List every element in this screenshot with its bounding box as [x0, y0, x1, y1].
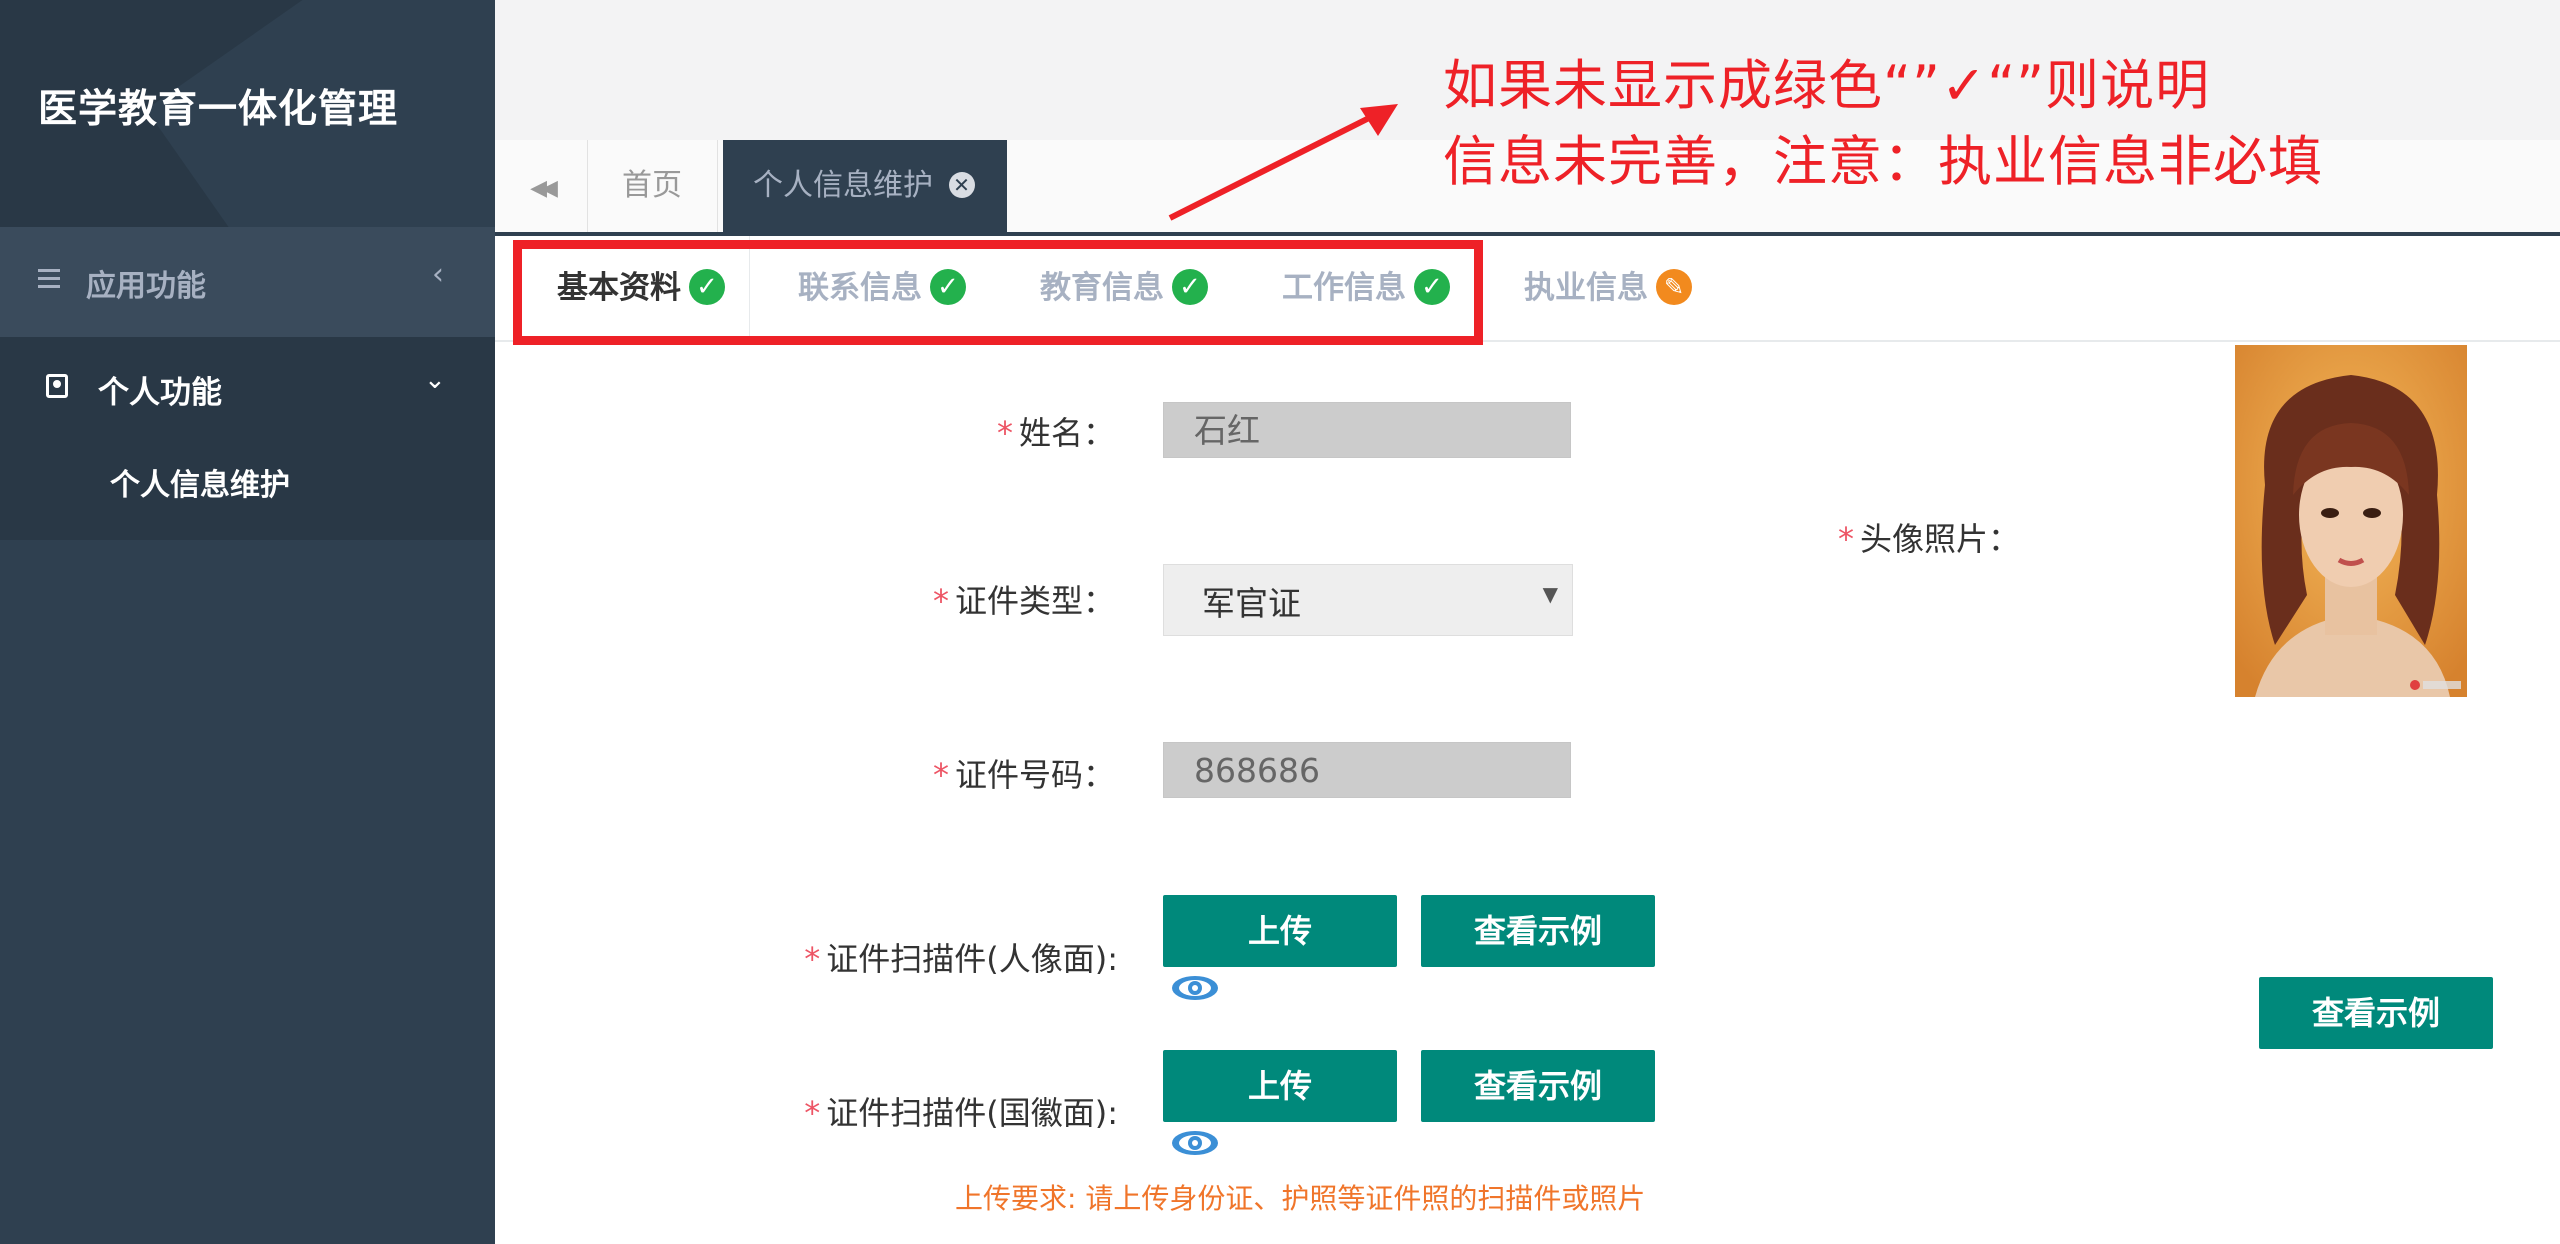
- tab-home[interactable]: 首页: [587, 140, 718, 232]
- tab-scroll-left-button[interactable]: ◀◀: [495, 140, 588, 232]
- caret-down-icon: ▼: [1542, 582, 1558, 606]
- scan-front-label: * 证件扫描件(人像面):: [804, 940, 1118, 978]
- user-card-icon: [46, 374, 68, 398]
- app-title: 医学教育一体化管理: [38, 87, 399, 132]
- view-example-back-button[interactable]: 查看示例: [1421, 1050, 1655, 1122]
- avatar-label: * 头像照片：: [1837, 520, 2020, 558]
- chevron-down-icon: ⌄: [424, 365, 446, 395]
- annotation-line-1: 如果未显示成绿色“”✓“”则说明: [1443, 54, 2211, 117]
- id-number-field[interactable]: 868686: [1163, 742, 1571, 798]
- tutorial-annotation: 如果未显示成绿色“”✓“”则说明 信息未完善，注意：执业信息非必填: [1443, 48, 2323, 200]
- sidebar-item-personal-info[interactable]: 个人信息维护: [110, 460, 290, 504]
- upload-back-button[interactable]: 上传: [1163, 1050, 1397, 1122]
- id-number-label: * 证件号码：: [932, 756, 1115, 794]
- sidebar-item-personal-functions[interactable]: 个人功能: [98, 367, 222, 412]
- edit-icon: ✎: [1656, 268, 1692, 305]
- eye-icon[interactable]: [1170, 973, 1220, 1003]
- view-example-front-button[interactable]: 查看示例: [1421, 895, 1655, 967]
- annotation-line-2: 信息未完善，注意：执业信息非必填: [1443, 130, 2323, 193]
- brand-header: 医学教育一体化管理: [0, 0, 495, 227]
- id-type-label: * 证件类型：: [932, 582, 1115, 620]
- id-type-value: 军官证: [1202, 584, 1301, 623]
- sidebar-item-label: 应用功能: [86, 269, 206, 304]
- upload-front-button[interactable]: 上传: [1163, 895, 1397, 967]
- sidebar-item-app-functions[interactable]: 应用功能 ‹: [0, 227, 495, 337]
- sidebar-group-personal: 个人功能 ⌄ 个人信息维护: [0, 337, 495, 540]
- name-label: * 姓名：: [996, 414, 1115, 452]
- scan-back-label: * 证件扫描件(国徽面):: [804, 1094, 1118, 1132]
- tab-label: 个人信息维护: [753, 168, 933, 203]
- tab-label: 执业信息: [1524, 270, 1648, 306]
- eye-icon[interactable]: [1170, 1128, 1220, 1158]
- tab-personal-info[interactable]: 个人信息维护 ✕: [723, 140, 1007, 232]
- upload-hint: 上传要求: 请上传身份证、护照等证件照的扫描件或照片: [955, 1182, 1646, 1215]
- id-type-select[interactable]: 军官证 ▼: [1163, 564, 1573, 636]
- portrait-image: [2235, 345, 2467, 697]
- avatar-view-example-button[interactable]: 查看示例: [2259, 977, 2493, 1049]
- name-field[interactable]: 石红: [1163, 402, 1571, 458]
- avatar-photo[interactable]: [2235, 345, 2467, 697]
- arrow-annotation: [1168, 104, 1398, 221]
- close-icon[interactable]: ✕: [948, 171, 975, 198]
- menu-icon: [38, 269, 60, 291]
- chevron-left-icon: ‹: [432, 257, 444, 292]
- tab-practice-info[interactable]: 执业信息 ✎: [1524, 236, 1692, 340]
- sidebar: 医学教育一体化管理 应用功能 ‹ 个人功能 ⌄ 个人信息维护: [0, 0, 495, 1244]
- highlight-box: [513, 240, 1483, 345]
- double-left-arrow-icon: ◀◀: [530, 176, 558, 201]
